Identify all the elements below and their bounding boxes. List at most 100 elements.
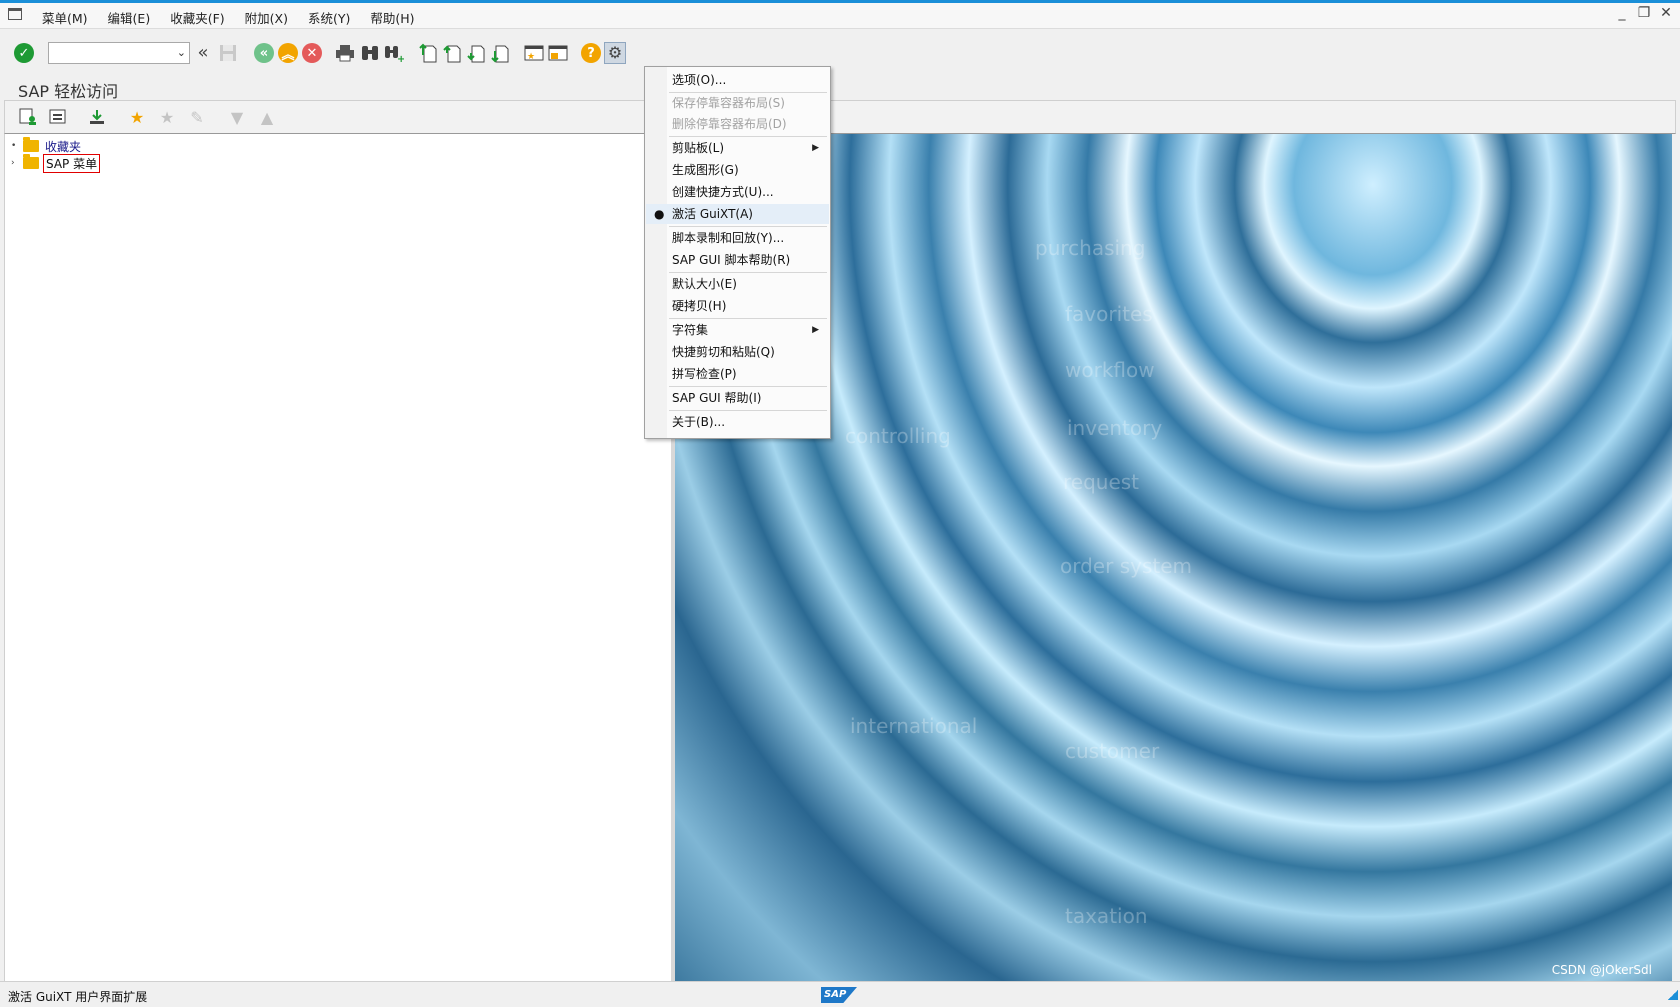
menu-separator [669,386,827,387]
menu-item-character-set[interactable]: 字符集 ▶ [646,320,829,340]
change-favorite-button[interactable]: ✎ [186,107,208,127]
menu-item-label: 选项(O)... [672,73,727,87]
submenu-arrow-icon: ▶ [812,143,819,153]
menu-item-options[interactable]: 选项(O)... [646,70,829,90]
checkmark-icon: ✓ [14,43,34,63]
watermark-word: request [1063,470,1140,494]
watermark-word: favorites [1065,302,1153,326]
tree-bullet-icon: • [11,141,17,151]
expand-arrow-icon[interactable]: › [11,158,23,168]
menu-extras[interactable]: 附加(X) [235,8,298,27]
new-window-icon: ★ [524,45,544,62]
chevron-down-icon[interactable]: ⌄ [177,46,186,59]
menu-separator [669,318,827,319]
tree-item-label: 收藏夹 [45,139,82,154]
menu-favorites[interactable]: 收藏夹(F) [160,8,234,27]
menu-item-about[interactable]: 关于(B)... [646,412,829,432]
navigation-tree: • 收藏夹 › SAP 菜单 [4,134,671,981]
menu-list: 菜单(M) 编辑(E) 收藏夹(F) 附加(X) 系统(Y) 帮助(H) [32,8,425,27]
customize-layout-button[interactable]: ⚙ [604,42,626,64]
back-button[interactable]: « [253,42,275,64]
next-page-button[interactable] [465,42,487,64]
collapse-toolbar-button[interactable]: « [192,42,214,64]
menu-item-label: 关于(B)... [672,415,726,429]
sap-menu-button[interactable] [47,107,69,127]
application-toolbar: ★ ★ ✎ ▼ ▲ [4,100,1676,134]
menu-item-quick-cut-paste[interactable]: 快捷剪切和粘贴(Q) [646,342,829,362]
menu-item-hardcopy[interactable]: 硬拷贝(H) [646,296,829,316]
previous-page-button[interactable] [441,42,463,64]
tree-item-sap-menu[interactable]: › SAP 菜单 [11,153,101,173]
menu-item-label: 激活 GuiXT(A) [672,207,753,221]
menu-item-scripting-help[interactable]: SAP GUI 脚本帮助(R) [646,250,829,270]
cancel-button[interactable]: ✕ [301,42,323,64]
user-menu-button[interactable] [17,107,39,127]
enter-button[interactable]: ✓ [13,42,35,64]
menu-item-script-recording[interactable]: 脚本录制和回放(Y)... [646,228,829,248]
resize-grip-icon[interactable] [1668,990,1678,1000]
title-area: SAP 轻松访问 [0,76,1680,101]
svg-text:+: + [397,54,404,62]
standard-toolbar: ✓ ⌄ « « ︽ ✕ + ★ ? ⚙ [0,30,1680,76]
menu-item-label: 拼写检查(P) [672,367,737,381]
save-button[interactable] [217,42,239,64]
sap-logo: SAP [821,987,857,1003]
last-page-button[interactable] [489,42,511,64]
menu-item-label: 创建快捷方式(U)... [672,185,774,199]
move-up-button[interactable]: ▲ [256,107,278,127]
find-button[interactable] [359,42,381,64]
menu-item-delete-dock-layout: 删除停靠容器布局(D) [646,114,829,134]
previous-page-icon [443,45,461,63]
watermark-word: taxation [1065,904,1148,928]
menu-item-spell-check[interactable]: 拼写检查(P) [646,364,829,384]
menu-item-activate-guixt[interactable]: ● 激活 GuiXT(A) [646,204,829,224]
menu-item-label: 保存停靠容器布局(S) [672,96,785,110]
menu-item-label: SAP GUI 脚本帮助(R) [672,253,791,267]
menu-item-generate-graphic[interactable]: 生成图形(G) [646,160,829,180]
command-field[interactable]: ⌄ [48,42,190,64]
star-icon: ★ [159,107,175,127]
triangle-up-icon: ▲ [260,107,274,127]
menu-item-default-size[interactable]: 默认大小(E) [646,274,829,294]
menu-item-sap-gui-help[interactable]: SAP GUI 帮助(I) [646,388,829,408]
up-icon: ︽ [278,43,298,63]
first-page-icon [419,43,437,63]
help-button[interactable]: ? [580,42,602,64]
menu-menu[interactable]: 菜单(M) [32,8,98,27]
user-menu-icon [19,108,36,125]
create-shortcut-button[interactable] [547,42,569,64]
triangle-down-icon: ▼ [230,107,244,127]
tree-item-favorites[interactable]: • 收藏夹 [11,137,83,154]
last-page-icon [491,45,509,63]
watermark-word: inventory [1067,416,1163,440]
minimize-button[interactable]: _ [1614,5,1630,21]
find-next-button[interactable]: + [383,42,405,64]
first-page-button[interactable] [417,42,439,64]
next-page-icon [467,45,485,63]
close-button[interactable]: ✕ [1658,5,1674,21]
watermark-word: controlling [845,424,951,448]
create-session-button[interactable]: ★ [523,42,545,64]
menu-system[interactable]: 系统(Y) [298,8,360,27]
print-button[interactable] [334,42,356,64]
menu-item-label: 脚本录制和回放(Y)... [672,231,785,245]
app-menu-icon[interactable] [8,8,22,20]
menu-item-clipboard[interactable]: 剪贴板(L) ▶ [646,138,829,158]
menu-edit[interactable]: 编辑(E) [98,8,161,27]
cancel-icon: ✕ [302,43,322,63]
help-icon: ? [581,43,601,63]
folder-icon [23,137,39,152]
restore-button[interactable]: ❐ [1636,5,1652,21]
menu-item-save-dock-layout: 保存停靠容器布局(S) [646,93,829,113]
bullet-icon: ● [654,207,665,221]
exit-button[interactable]: ︽ [277,42,299,64]
watermark-word: customer [1065,739,1160,763]
move-down-button[interactable]: ▼ [226,107,248,127]
delete-favorite-button[interactable]: ★ [156,107,178,127]
submenu-arrow-icon: ▶ [812,325,819,335]
menu-item-create-shortcut[interactable]: 创建快捷方式(U)... [646,182,829,202]
other-menu-button[interactable] [86,107,108,127]
menu-help[interactable]: 帮助(H) [360,8,424,27]
status-bar: 激活 GuiXT 用户界面扩展 SAP CSDN @jOkerSdl [0,963,1680,1007]
add-to-favorites-button[interactable]: ★ [126,107,148,127]
